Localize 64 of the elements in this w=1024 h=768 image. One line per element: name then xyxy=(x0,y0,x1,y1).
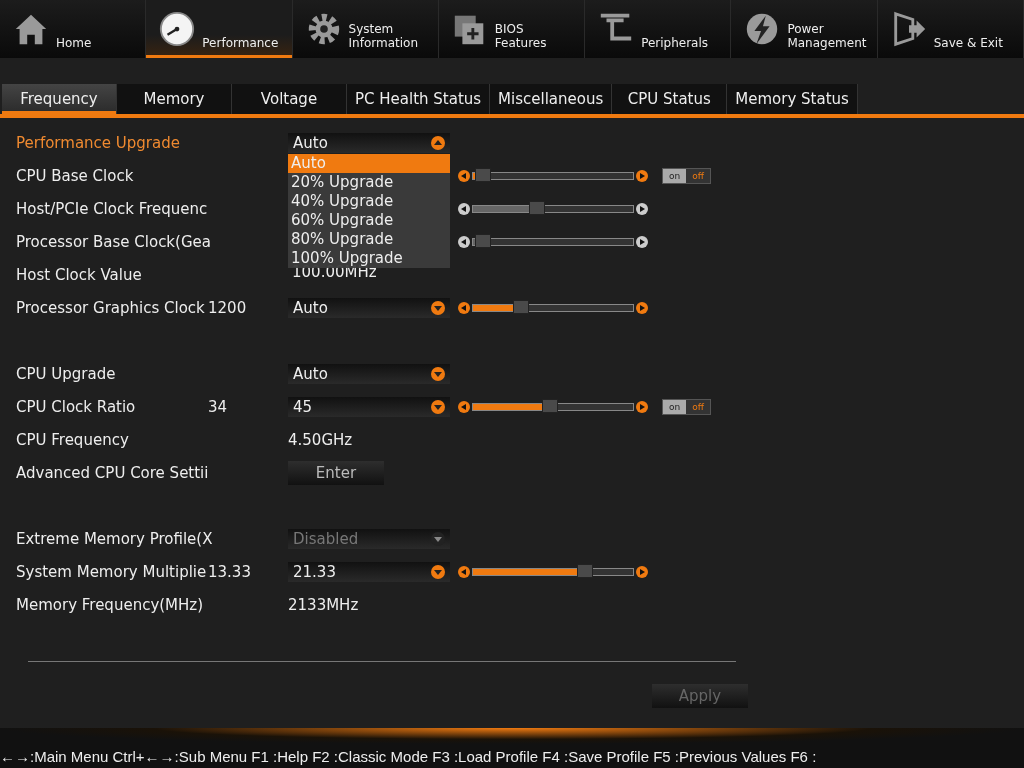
caret-icon xyxy=(431,300,445,315)
caret-icon xyxy=(431,366,445,381)
main-menu-item[interactable]: BIOS Features xyxy=(438,0,586,58)
setting-label[interactable]: CPU Base Clock xyxy=(16,166,208,185)
dropdown[interactable]: Auto xyxy=(288,363,450,384)
key-help-bar: ←→:Main Menu Ctrl+←→:Sub Menu F1 :Help F2 :Classic Mode F3 :Load Profile F4 :Save Profile F5 :Previous Values F6 : xyxy=(0,728,1024,768)
slider[interactable] xyxy=(458,169,648,182)
on-off-switch[interactable]: on off xyxy=(662,167,711,184)
setting-label[interactable]: Performance Upgrade xyxy=(16,133,208,152)
dropdown-option[interactable]: 60% Upgrade xyxy=(288,211,450,230)
main-menu-item[interactable]: Save & Exit xyxy=(877,0,1024,58)
setting-label[interactable]: Host/PCIe Clock Frequenc xyxy=(16,199,208,218)
setting-label[interactable]: System Memory Multiplie xyxy=(16,562,208,581)
setting-label[interactable]: Memory Frequency(MHz) xyxy=(16,595,208,614)
setting-label[interactable]: Processor Base Clock(Gea xyxy=(16,232,211,251)
caret-icon xyxy=(431,135,445,150)
slider-thumb[interactable] xyxy=(577,563,593,578)
dropdown[interactable]: Auto xyxy=(288,297,450,318)
slider-thumb[interactable] xyxy=(474,233,491,248)
tab[interactable]: Miscellaneous xyxy=(490,84,613,114)
caret-icon xyxy=(431,399,445,414)
slider[interactable] xyxy=(458,235,648,248)
main-menu-item[interactable]: Home xyxy=(0,0,147,58)
tab[interactable]: Memory xyxy=(117,84,232,114)
setting-label[interactable]: CPU Upgrade xyxy=(16,364,208,383)
dropdown-option[interactable]: 40% Upgrade xyxy=(288,192,450,211)
setting-label[interactable]: Extreme Memory Profile(X xyxy=(16,529,213,548)
tab[interactable]: PC Health Status xyxy=(347,84,491,114)
tab[interactable]: Memory Status xyxy=(727,84,858,114)
enter-button[interactable]: Enter xyxy=(288,460,384,485)
setting-label[interactable]: Processor Graphics Clock xyxy=(16,298,208,317)
setting-value: 4.50GHz xyxy=(288,431,353,449)
dropdown[interactable]: 21.33 xyxy=(288,561,450,582)
main-menu-item[interactable]: Performance xyxy=(146,0,293,58)
tab[interactable]: Frequency xyxy=(2,84,117,114)
current-value: 34 xyxy=(208,397,228,416)
main-menu-item[interactable]: Peripherals xyxy=(585,0,732,58)
setting-label[interactable]: Host Clock Value xyxy=(16,265,208,284)
dropdown-option[interactable]: 100% Upgrade xyxy=(288,249,450,268)
setting-value: 2133MHz xyxy=(288,596,359,614)
dropdown[interactable]: 45 xyxy=(288,396,450,417)
setting-label[interactable]: Advanced CPU Core Settii xyxy=(16,463,209,482)
current-value: 13.33 xyxy=(208,562,251,581)
main-menu-item[interactable]: System Information xyxy=(292,0,439,58)
slider[interactable] xyxy=(458,202,648,215)
gauge-icon xyxy=(158,10,197,48)
dropdown-option[interactable]: 80% Upgrade xyxy=(288,230,450,249)
slider[interactable] xyxy=(458,400,648,413)
current-value: 1200 xyxy=(208,298,247,317)
setting-label[interactable]: CPU Clock Ratio xyxy=(16,397,208,416)
caret-icon xyxy=(431,564,445,579)
setting-label[interactable]: CPU Frequency xyxy=(16,430,208,449)
dropdown[interactable]: Auto xyxy=(288,132,450,153)
on-off-switch[interactable]: on off xyxy=(662,398,711,415)
tab[interactable]: Voltage xyxy=(232,84,347,114)
tab[interactable]: CPU Status xyxy=(612,84,728,114)
dropdown-option[interactable]: 20% Upgrade xyxy=(288,173,450,192)
main-menu-item[interactable]: Power Management xyxy=(731,0,878,58)
slider-thumb[interactable] xyxy=(541,398,558,413)
slider-thumb[interactable] xyxy=(529,200,545,215)
slider-thumb[interactable] xyxy=(474,167,491,182)
slider-thumb[interactable] xyxy=(513,299,529,314)
slider[interactable] xyxy=(458,301,648,314)
slider[interactable] xyxy=(458,565,648,578)
